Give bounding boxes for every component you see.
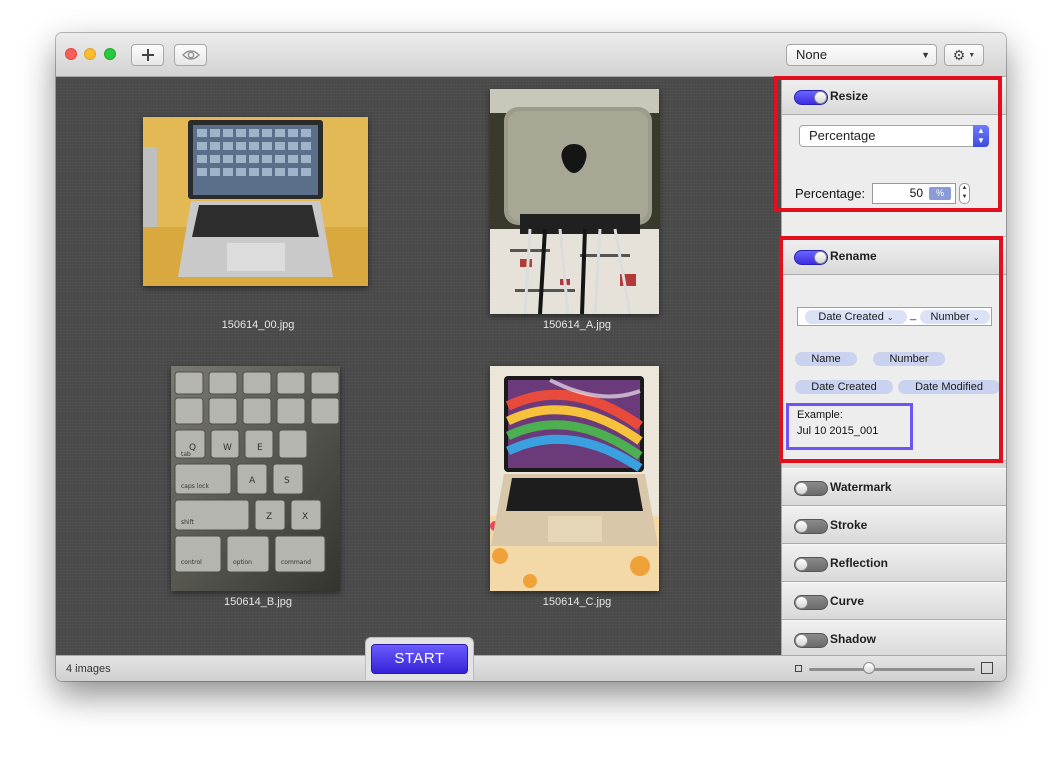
- image-thumbnail[interactable]: QWE AS ZX tab caps lock shift control optio…: [171, 366, 340, 591]
- status-bar: 4 images: [56, 655, 1006, 681]
- token-date-modified[interactable]: Date Modified: [898, 380, 1000, 394]
- gear-icon: ⚙: [952, 46, 966, 63]
- updown-icon: ▲ ▼: [973, 125, 989, 147]
- minimize-button[interactable]: [84, 48, 96, 60]
- token-date-created[interactable]: Date Created: [795, 380, 893, 394]
- chevron-down-icon: ▼: [921, 50, 930, 60]
- stroke-toggle[interactable]: [794, 519, 828, 534]
- curve-toggle[interactable]: [794, 595, 828, 610]
- image-filename: 150614_C.jpg: [542, 596, 612, 608]
- toggle-knob: [795, 482, 808, 495]
- toggle-knob: [814, 251, 827, 264]
- plus-icon: [141, 49, 154, 61]
- toggle-knob: [795, 558, 808, 571]
- percentage-label: Percentage:: [795, 186, 866, 201]
- watermark-section-header[interactable]: Watermark: [782, 468, 1006, 506]
- preset-value: None: [796, 47, 828, 62]
- curve-title: Curve: [830, 594, 865, 608]
- image-preview: [490, 366, 659, 591]
- start-button[interactable]: START: [371, 644, 468, 674]
- image-filename: 150614_B.jpg: [224, 596, 292, 608]
- percentage-stepper[interactable]: ▲ ▼: [959, 183, 970, 204]
- image-thumbnail[interactable]: [143, 117, 368, 286]
- rename-panel: Date Created ⌄ _ Number ⌄ Name Number Da…: [782, 275, 1006, 461]
- resize-title: Resize: [830, 89, 869, 103]
- percentage-input[interactable]: 50 %: [872, 183, 956, 204]
- toolbar: None ▼ ⚙ ▼: [56, 33, 1006, 77]
- add-images-button[interactable]: [131, 44, 164, 66]
- image-preview: [490, 89, 659, 314]
- close-button[interactable]: [65, 48, 77, 60]
- pattern-separator: _: [910, 309, 917, 321]
- resize-mode-value: Percentage: [809, 128, 876, 143]
- watermark-title: Watermark: [830, 480, 892, 494]
- preset-select[interactable]: None ▼: [786, 44, 937, 66]
- image-thumbnail[interactable]: [490, 366, 659, 591]
- curve-section-header[interactable]: Curve: [782, 582, 1006, 620]
- settings-menu-button[interactable]: ⚙ ▼: [944, 44, 984, 66]
- rename-section-header[interactable]: Rename: [782, 237, 1006, 275]
- toggle-knob: [795, 596, 808, 609]
- resize-panel: Percentage ▲ ▼ Percentage: 50 % ▲ ▼: [782, 115, 1006, 237]
- eye-icon: [181, 50, 200, 60]
- reflection-title: Reflection: [830, 556, 889, 570]
- chevron-down-icon: ⌄: [886, 313, 894, 322]
- reflection-toggle[interactable]: [794, 557, 828, 572]
- start-button-tray: START: [365, 637, 474, 680]
- thumbnail-size-slider[interactable]: [809, 668, 975, 671]
- shadow-toggle[interactable]: [794, 633, 828, 648]
- stroke-section-header[interactable]: Stroke: [782, 506, 1006, 544]
- resize-section-header[interactable]: Resize: [782, 77, 1006, 115]
- pattern-token-date-created[interactable]: Date Created ⌄: [805, 310, 907, 324]
- percent-unit-badge: %: [929, 187, 951, 200]
- resize-mode-select[interactable]: Percentage ▲ ▼: [799, 125, 989, 147]
- zoom-button[interactable]: [104, 48, 116, 60]
- pattern-token-number[interactable]: Number ⌄: [920, 310, 990, 324]
- reflection-section-header[interactable]: Reflection: [782, 544, 1006, 582]
- image-count: 4 images: [66, 663, 111, 675]
- rename-title: Rename: [830, 249, 877, 263]
- image-filename: 150614_00.jpg: [221, 319, 295, 331]
- chevron-down-icon: ⌄: [972, 313, 980, 322]
- token-label: Date Created: [818, 311, 884, 323]
- shadow-section-header[interactable]: Shadow: [782, 620, 1006, 658]
- small-thumbnail-icon: [795, 665, 802, 672]
- image-preview: [143, 117, 368, 286]
- rename-pattern-field[interactable]: Date Created ⌄ _ Number ⌄: [797, 307, 992, 326]
- watermark-toggle[interactable]: [794, 481, 828, 496]
- image-filename: 150614_A.jpg: [543, 319, 611, 331]
- effects-sidebar: Resize Percentage ▲ ▼ Percentage: 50 % ▲ ▼…: [781, 77, 1006, 658]
- token-label: Number: [930, 311, 970, 323]
- token-name[interactable]: Name: [795, 352, 857, 366]
- percentage-value: 50: [909, 186, 923, 200]
- token-number[interactable]: Number: [873, 352, 945, 366]
- toggle-knob: [814, 91, 827, 104]
- image-preview: QWE AS ZX tabcaps lockshift control optio…: [171, 366, 340, 591]
- image-thumbnail[interactable]: [490, 89, 659, 314]
- resize-toggle[interactable]: [794, 90, 828, 105]
- toggle-knob: [795, 520, 808, 533]
- rename-toggle[interactable]: [794, 250, 828, 265]
- example-label: Example:: [797, 409, 843, 421]
- chevron-down-icon: ▼: [968, 51, 976, 59]
- toggle-knob: [795, 634, 808, 647]
- large-thumbnail-icon: [981, 662, 993, 674]
- preview-button[interactable]: [174, 44, 207, 66]
- app-window: None ▼ ⚙ ▼ 150614_00.jpg 150614_A.jpg Q …: [56, 33, 1006, 681]
- shadow-title: Shadow: [830, 632, 877, 646]
- stroke-title: Stroke: [830, 518, 868, 532]
- example-value: Jul 10 2015_001: [797, 425, 879, 437]
- image-grid: 150614_00.jpg 150614_A.jpg Q W E A S Z X…: [56, 77, 781, 655]
- slider-knob[interactable]: [863, 662, 875, 674]
